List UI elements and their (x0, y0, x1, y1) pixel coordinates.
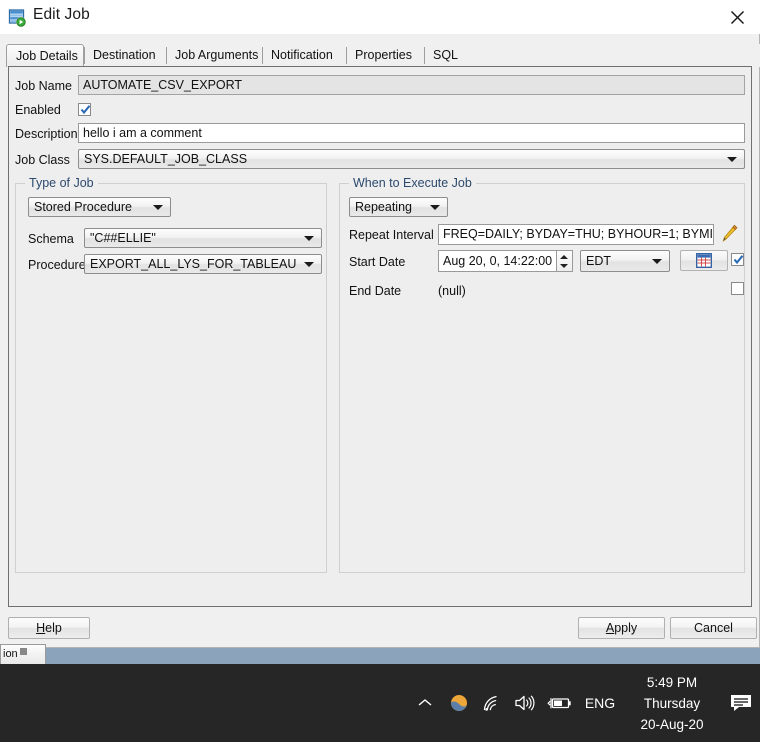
schema-label: Schema (28, 232, 74, 246)
background-window-marker (19, 648, 27, 655)
job-class-combobox[interactable]: SYS.DEFAULT_JOB_CLASS (78, 149, 745, 169)
job-table-run-icon (8, 8, 27, 27)
dialog-titlebar: Edit Job (0, 0, 760, 34)
dialog-title: Edit Job (33, 6, 90, 23)
pencil-icon[interactable] (720, 224, 738, 249)
language-indicator[interactable]: ENG (578, 664, 622, 742)
windows-taskbar: ENG 5:49 PM Thursday 20-Aug-20 (0, 664, 760, 742)
spinner-up-icon[interactable] (560, 255, 568, 259)
clock-day: Thursday (643, 695, 701, 711)
help-label-rest: elp (45, 621, 62, 635)
when-to-execute-group: When to Execute Job Repeating Repeat Int… (339, 176, 745, 573)
help-mnemonic: H (36, 621, 46, 635)
type-of-job-group: Type of Job Stored Procedure Schema "C##… (15, 176, 327, 573)
cancel-button[interactable]: Cancel (670, 617, 757, 639)
clock-time: 5:49 PM (646, 674, 698, 690)
taskbar-clock[interactable]: 5:49 PM Thursday 20-Aug-20 (622, 664, 722, 742)
description-input[interactable]: hello i am a comment (78, 123, 745, 143)
chevron-up-icon[interactable] (408, 664, 442, 742)
chevron-down-icon (304, 262, 314, 267)
start-date-label: Start Date (349, 255, 406, 269)
cloud-sync-icon[interactable] (442, 664, 476, 742)
battery-charging-icon[interactable] (542, 664, 578, 742)
volume-icon[interactable] (508, 664, 542, 742)
apply-label-rest: pply (614, 621, 638, 635)
help-button[interactable]: Help (8, 617, 90, 639)
job-class-label: Job Class (15, 153, 70, 167)
background-window-title: ion (3, 648, 18, 660)
description-label: Description (15, 127, 78, 141)
start-date-input[interactable]: Aug 20, 0, 14:22:00 (438, 250, 557, 272)
schedule-type-value: Repeating (355, 200, 412, 214)
job-type-combobox[interactable]: Stored Procedure (28, 197, 171, 217)
job-name-input[interactable]: AUTOMATE_CSV_EXPORT (78, 75, 745, 95)
timezone-combobox[interactable]: EDT (580, 250, 670, 272)
tab-job-arguments[interactable]: Job Arguments (166, 44, 262, 67)
clock-date: 20-Aug-20 (640, 716, 704, 732)
procedure-combobox[interactable]: EXPORT_ALL_LYS_FOR_TABLEAU (84, 254, 322, 274)
background-window-titlebar[interactable] (0, 648, 760, 664)
system-tray: ENG 5:49 PM Thursday 20-Aug-20 (408, 664, 760, 742)
timezone-value: EDT (586, 254, 611, 268)
end-date-value: (null) (438, 284, 466, 298)
job-details-panel: Job Name AUTOMATE_CSV_EXPORT Enabled Des… (8, 66, 752, 607)
procedure-label: Procedure (28, 258, 86, 272)
job-class-value: SYS.DEFAULT_JOB_CLASS (84, 152, 248, 166)
job-type-value: Stored Procedure (34, 200, 132, 214)
chevron-down-icon (153, 205, 163, 210)
schedule-type-combobox[interactable]: Repeating (349, 197, 448, 217)
schema-combobox[interactable]: "C##ELLIE" (84, 228, 322, 248)
chevron-down-icon (652, 259, 662, 264)
calendar-picker-button[interactable] (680, 250, 728, 271)
start-date-spinner[interactable] (557, 250, 573, 272)
edit-job-dialog: Edit Job Job Details Destination Job Arg… (0, 0, 760, 648)
chevron-down-icon (304, 236, 314, 241)
apply-mnemonic: A (605, 621, 615, 635)
close-icon[interactable] (718, 2, 756, 32)
chevron-down-icon (727, 157, 737, 162)
chevron-down-icon (430, 205, 440, 210)
tab-notification[interactable]: Notification (262, 44, 346, 67)
action-center-icon[interactable] (722, 664, 760, 742)
tab-job-details[interactable]: Job Details (6, 44, 84, 67)
schema-value: "C##ELLIE" (90, 231, 156, 245)
wifi-icon[interactable] (476, 664, 508, 742)
start-date-enabled-checkbox[interactable] (731, 253, 744, 266)
tab-sql[interactable]: SQL (424, 44, 462, 67)
tab-properties[interactable]: Properties (346, 44, 424, 67)
job-name-label: Job Name (15, 79, 72, 93)
check-icon (733, 255, 744, 265)
end-date-label: End Date (349, 284, 402, 298)
end-date-enabled-checkbox[interactable] (731, 282, 744, 295)
enabled-label: Enabled (15, 103, 61, 117)
calendar-icon (696, 253, 712, 268)
procedure-value: EXPORT_ALL_LYS_FOR_TABLEAU (90, 257, 297, 271)
check-icon (80, 105, 91, 115)
tab-destination[interactable]: Destination (84, 44, 166, 67)
repeat-interval-label: Repeat Interval (349, 228, 434, 242)
when-to-execute-title: When to Execute Job (349, 176, 476, 190)
repeat-interval-input[interactable]: FREQ=DAILY; BYDAY=THU; BYHOUR=1; BYMINUT… (438, 224, 714, 245)
type-of-job-title: Type of Job (25, 176, 98, 190)
tab-strip: Job Details Destination Job Arguments No… (0, 44, 760, 67)
enabled-checkbox[interactable] (78, 103, 91, 116)
background-window-tab[interactable]: ion (0, 644, 46, 664)
apply-button[interactable]: Apply (578, 617, 665, 639)
spinner-down-icon[interactable] (560, 264, 568, 268)
